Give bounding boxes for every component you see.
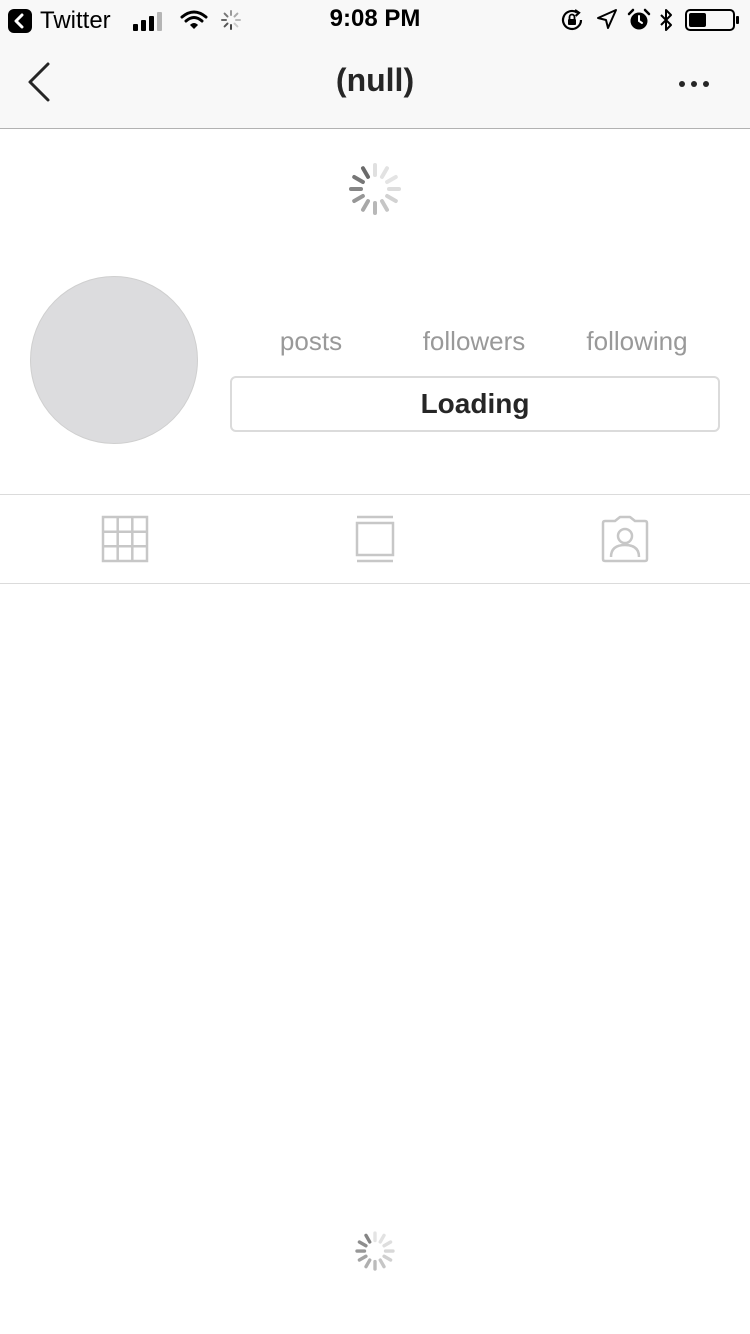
tab-grid[interactable] [0,495,250,583]
grid-icon [101,515,149,563]
profile-tab-bar [0,494,750,584]
posts-stat-label[interactable]: posts [231,326,391,357]
orientation-lock-icon [561,9,583,31]
profile-username-title: (null) [335,62,415,98]
followers-stat-label[interactable]: followers [394,326,554,357]
alarm-icon [627,8,651,30]
tab-tagged[interactable] [500,495,750,583]
profile-action-button[interactable]: Loading [230,376,720,432]
feed-icon [355,515,395,563]
bluetooth-icon [660,9,672,31]
following-stat-label[interactable]: following [557,326,717,357]
content-loading-spinner-icon [355,1231,395,1271]
more-options-icon[interactable] [672,70,716,98]
profile-avatar[interactable] [30,276,198,444]
tagged-icon [601,515,649,563]
navigation-bar: (null) [0,40,750,129]
loading-spinner-icon [349,163,401,215]
location-icon [597,9,617,29]
tab-feed[interactable] [250,495,500,583]
status-bar: Twitter 9:08 PM [0,0,750,40]
battery-icon [685,9,739,31]
